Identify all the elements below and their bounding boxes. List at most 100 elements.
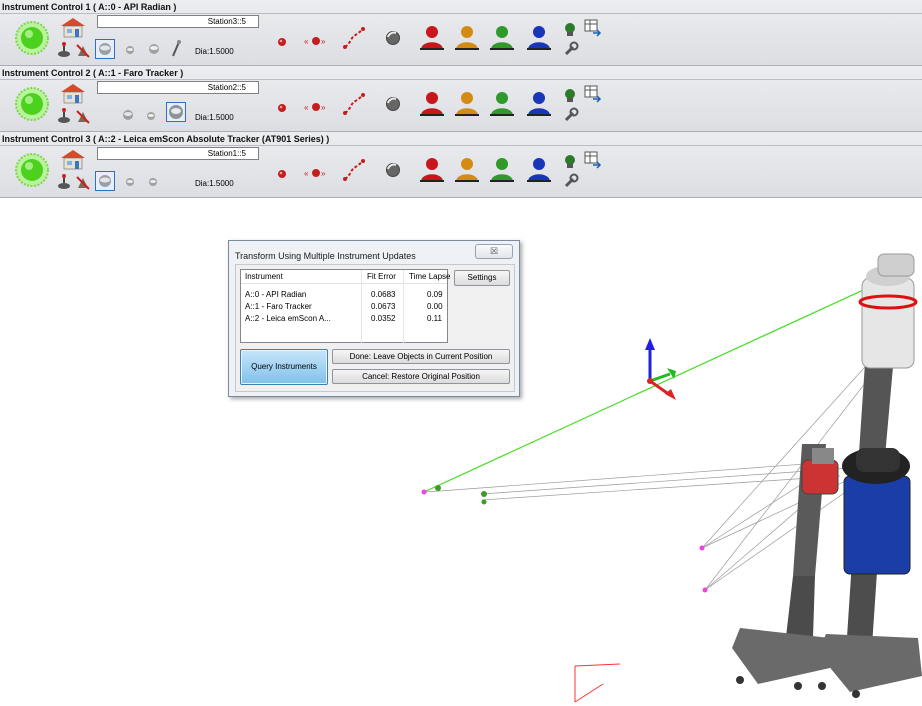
origin-axes bbox=[574, 663, 621, 703]
application-window: Instrument Control 1 ( A::0 - API Radian… bbox=[0, 0, 922, 706]
sphere-target-icon bbox=[99, 175, 111, 187]
home-icon[interactable] bbox=[59, 82, 87, 104]
small-target-icon[interactable] bbox=[147, 42, 161, 56]
nest-target-icon[interactable]: «» bbox=[304, 166, 328, 180]
camera-icon[interactable] bbox=[562, 87, 578, 103]
close-button[interactable]: ☒ bbox=[475, 244, 513, 259]
green-point[interactable] bbox=[435, 485, 441, 491]
sphere-target-selected[interactable] bbox=[95, 171, 115, 191]
export-grid-icon[interactable] bbox=[584, 85, 602, 103]
joystick-icon[interactable] bbox=[57, 108, 71, 124]
green-person-icon[interactable] bbox=[490, 157, 514, 182]
clear-icon[interactable] bbox=[76, 44, 90, 58]
magenta-point[interactable] bbox=[421, 489, 427, 495]
green-person-icon[interactable] bbox=[490, 25, 514, 50]
red-target-icon[interactable] bbox=[276, 102, 288, 114]
wrench-icon[interactable] bbox=[563, 173, 579, 189]
point-path-icon[interactable] bbox=[342, 92, 366, 116]
probe-icon[interactable] bbox=[170, 40, 182, 58]
shiny-target-icon bbox=[169, 105, 183, 119]
column-header-fit-error[interactable]: Fit Error bbox=[367, 271, 396, 283]
status-light-icon[interactable] bbox=[15, 153, 49, 187]
settings-button[interactable]: Settings bbox=[454, 270, 510, 286]
orange-person-icon[interactable] bbox=[455, 91, 479, 116]
instrument-control-panel-2: Instrument Control 2 ( A::1 - Faro Track… bbox=[0, 66, 922, 132]
magenta-point[interactable] bbox=[702, 587, 708, 593]
blue-person-icon[interactable] bbox=[527, 157, 551, 182]
red-person-icon[interactable] bbox=[420, 157, 444, 182]
red-person-icon[interactable] bbox=[420, 25, 444, 50]
station-field[interactable]: Station1::5 bbox=[97, 147, 259, 160]
wrench-icon[interactable] bbox=[563, 107, 579, 123]
small-target-icon[interactable] bbox=[147, 176, 159, 188]
shiny-ball-icon[interactable] bbox=[384, 29, 402, 47]
station-label: Station2::5 bbox=[207, 83, 246, 92]
column-header-time-lapse[interactable]: Time Lapse bbox=[409, 271, 451, 283]
home-icon[interactable] bbox=[59, 148, 87, 170]
panel-title: Instrument Control 1 ( A::0 - API Radian… bbox=[2, 2, 177, 12]
row-instrument: A::1 - Faro Tracker bbox=[245, 302, 312, 311]
table-row[interactable]: A::1 - Faro Tracker 0.0673 0.00 bbox=[241, 301, 447, 313]
panel-divider bbox=[0, 79, 922, 80]
home-icon[interactable] bbox=[59, 16, 87, 38]
orange-person-icon[interactable] bbox=[455, 25, 479, 50]
orange-person-icon[interactable] bbox=[455, 157, 479, 182]
small-target-icon[interactable] bbox=[145, 110, 157, 122]
export-grid-icon[interactable] bbox=[584, 151, 602, 169]
instrument-control-panel-1: Instrument Control 1 ( A::0 - API Radian… bbox=[0, 0, 922, 66]
camera-icon[interactable] bbox=[562, 21, 578, 37]
sphere-target-selected[interactable] bbox=[95, 39, 115, 59]
clear-icon[interactable] bbox=[76, 176, 90, 190]
green-person-icon[interactable] bbox=[490, 91, 514, 116]
camera-icon[interactable] bbox=[562, 153, 578, 169]
sphere-target-icon[interactable] bbox=[121, 108, 135, 122]
blue-person-icon[interactable] bbox=[527, 25, 551, 50]
point-path-icon[interactable] bbox=[342, 26, 366, 50]
coordinate-frame bbox=[645, 338, 676, 400]
green-point[interactable] bbox=[481, 499, 487, 505]
small-target-icon[interactable] bbox=[124, 44, 136, 56]
nest-target-selected[interactable] bbox=[166, 102, 186, 122]
nest-target-icon[interactable]: «» bbox=[304, 34, 328, 48]
table-row[interactable]: A::2 - Leica emScon A... 0.0352 0.11 bbox=[241, 313, 447, 325]
red-target-icon[interactable] bbox=[276, 168, 288, 180]
station-field[interactable]: Station2::5 bbox=[97, 81, 259, 94]
nest-target-icon[interactable]: «» bbox=[304, 100, 328, 114]
point-path-icon[interactable] bbox=[342, 158, 366, 182]
joystick-icon[interactable] bbox=[57, 174, 71, 190]
magenta-point[interactable] bbox=[699, 545, 705, 551]
cancel-button[interactable]: Cancel: Restore Original Position bbox=[332, 369, 510, 384]
row-instrument: A::2 - Leica emScon A... bbox=[245, 314, 331, 323]
panel-title: Instrument Control 2 ( A::1 - Faro Track… bbox=[2, 68, 184, 78]
station-field[interactable]: Station3::5 bbox=[97, 15, 259, 28]
row-instrument: A::0 - API Radian bbox=[245, 290, 307, 299]
table-header: Instrument Fit Error Time Lapse bbox=[241, 270, 451, 284]
red-person-icon[interactable] bbox=[420, 91, 444, 116]
done-button[interactable]: Done: Leave Objects in Current Position bbox=[332, 349, 510, 364]
svg-text:«: « bbox=[304, 37, 309, 46]
blue-person-icon[interactable] bbox=[527, 91, 551, 116]
joystick-icon[interactable] bbox=[57, 42, 71, 58]
small-target-icon[interactable] bbox=[124, 176, 136, 188]
shiny-ball-icon[interactable] bbox=[384, 95, 402, 113]
column-header-instrument[interactable]: Instrument bbox=[245, 271, 283, 283]
export-grid-icon[interactable] bbox=[584, 19, 602, 37]
panel-divider bbox=[0, 13, 922, 14]
shiny-ball-icon[interactable] bbox=[384, 161, 402, 179]
panel-divider bbox=[0, 145, 922, 146]
wrench-icon[interactable] bbox=[563, 41, 579, 57]
green-point[interactable] bbox=[481, 491, 487, 497]
sphere-target-icon bbox=[99, 43, 111, 55]
table-row[interactable]: A::0 - API Radian 0.0683 0.09 bbox=[241, 289, 447, 301]
status-light-icon[interactable] bbox=[15, 87, 49, 121]
diameter-label: Dia:1.5000 bbox=[195, 47, 234, 56]
query-instruments-button[interactable]: Query Instruments bbox=[240, 349, 328, 385]
svg-text:«: « bbox=[304, 169, 309, 178]
station-label: Station3::5 bbox=[207, 17, 246, 26]
red-target-icon[interactable] bbox=[276, 36, 288, 48]
status-light-icon[interactable] bbox=[15, 21, 49, 55]
svg-text:»: » bbox=[321, 169, 326, 178]
row-time-lapse: 0.11 bbox=[427, 314, 442, 323]
clear-icon[interactable] bbox=[76, 110, 90, 124]
svg-text:»: » bbox=[321, 37, 326, 46]
